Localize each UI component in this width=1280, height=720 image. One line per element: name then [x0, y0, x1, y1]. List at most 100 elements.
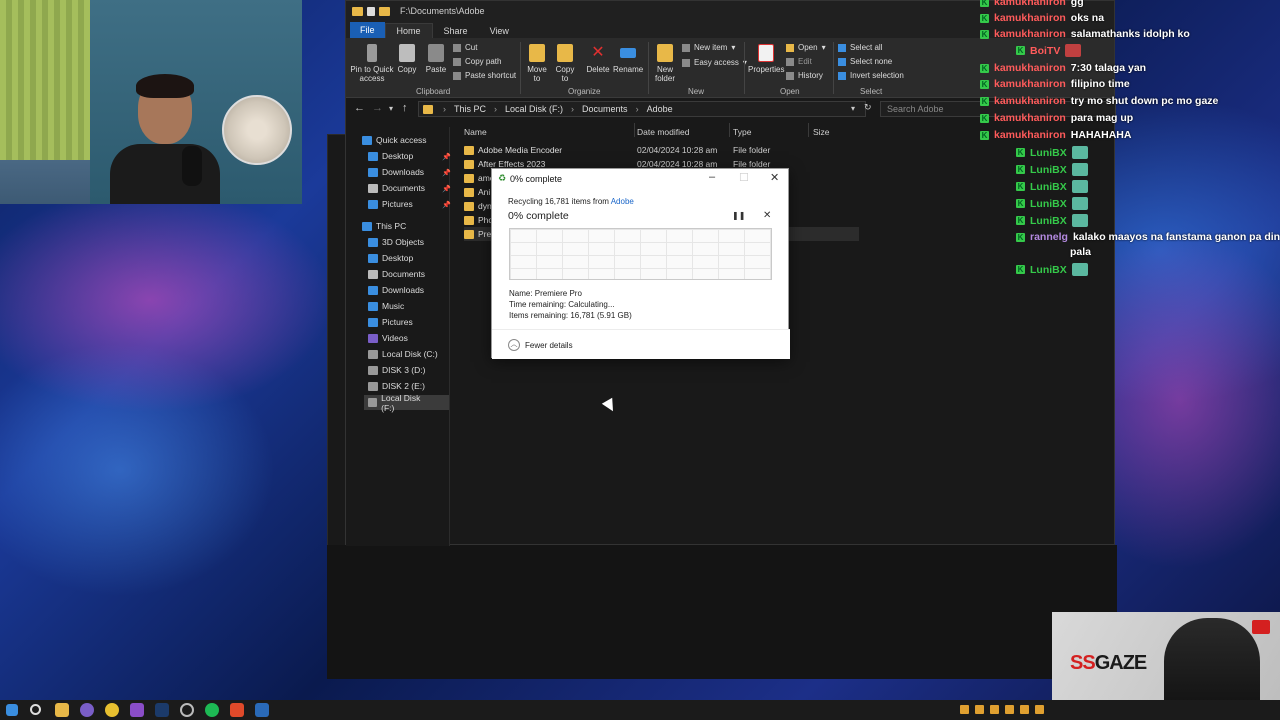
steam-2-icon[interactable] [255, 703, 269, 717]
maximize-button[interactable]: ☐ [739, 171, 749, 184]
chat-username[interactable]: LuniBX [1030, 264, 1067, 276]
file-row[interactable]: ame [464, 171, 495, 185]
chat-username[interactable]: LuniBX [1030, 181, 1067, 193]
column-name[interactable]: Name [464, 127, 487, 137]
rename-button[interactable]: Rename [613, 44, 643, 74]
minimize-button[interactable]: – [709, 171, 715, 183]
refresh-icon[interactable]: ↻ [864, 102, 872, 113]
file-row[interactable]: Pho [464, 213, 493, 227]
nav-local-disk-c[interactable]: Local Disk (C:) [368, 349, 438, 359]
tab-share[interactable]: Share [433, 24, 479, 38]
up-arrow-icon[interactable]: ↑ [402, 102, 408, 114]
nav-documents[interactable]: Documents [368, 269, 425, 279]
chat-username[interactable]: kamukhaniron [994, 129, 1066, 141]
back-arrow-icon[interactable]: ← [354, 102, 365, 114]
paste-shortcut-button[interactable]: Paste shortcut [453, 71, 516, 80]
select-all-button[interactable]: Select all [838, 43, 882, 52]
column-separator[interactable] [634, 123, 635, 137]
nav-videos[interactable]: Videos [368, 333, 408, 343]
file-row[interactable]: Ani [464, 185, 490, 199]
chat-username[interactable]: LuniBX [1030, 164, 1067, 176]
nav-quick-desktop[interactable]: Desktop [368, 151, 413, 161]
chat-username[interactable]: kamukhaniron [994, 62, 1066, 74]
new-item-button[interactable]: New item ▾ [682, 43, 735, 52]
easy-access-button[interactable]: Easy access ▾ [682, 58, 747, 67]
nav-quick-pictures[interactable]: Pictures [368, 199, 413, 209]
fewer-details-button[interactable]: ︿ Fewer details [508, 339, 573, 351]
pause-button[interactable]: ❚❚ [732, 211, 745, 220]
chat-username[interactable]: kamukhaniron [994, 12, 1066, 24]
history-button[interactable]: History [786, 71, 823, 80]
cut-button[interactable]: Cut [453, 43, 477, 52]
tray-icon[interactable] [1020, 705, 1029, 714]
recent-chevron-icon[interactable]: ▾ [389, 104, 393, 113]
chat-username[interactable]: kamukhaniron [994, 78, 1066, 90]
column-separator[interactable] [729, 123, 730, 137]
move-to-button[interactable]: Move to [526, 44, 548, 83]
new-folder-button[interactable]: New folder [652, 44, 678, 83]
select-none-button[interactable]: Select none [838, 57, 892, 66]
cancel-operation-button[interactable]: ✕ [763, 210, 771, 221]
pin-quick-access-button[interactable]: Pin to Quick access [350, 44, 394, 83]
tray-icon[interactable] [960, 705, 969, 714]
column-date-modified[interactable]: Date modified [637, 127, 689, 137]
spotify-icon[interactable] [205, 703, 219, 717]
brave-icon[interactable] [230, 703, 244, 717]
forward-arrow-icon[interactable]: → [372, 102, 383, 114]
nav-pictures[interactable]: Pictures [368, 317, 413, 327]
steam-icon[interactable] [155, 703, 169, 717]
breadcrumb-adobe[interactable]: Adobe [647, 104, 673, 114]
edit-button[interactable]: Edit [786, 57, 812, 66]
chat-username[interactable]: kamukhaniron [994, 28, 1066, 40]
delete-button[interactable]: ✕ Delete [586, 44, 610, 74]
tray-icon[interactable] [975, 705, 984, 714]
chat-username[interactable]: BoiTV [1030, 45, 1060, 57]
paste-button[interactable]: Paste [424, 44, 448, 74]
chat-username[interactable]: kamukhaniron [994, 0, 1066, 8]
nav-this-pc[interactable]: This PC [362, 221, 406, 231]
new-folder-quick-icon[interactable] [379, 6, 390, 16]
nav-downloads[interactable]: Downloads [368, 285, 424, 295]
chat-username[interactable]: rannelg [1030, 231, 1068, 243]
close-button[interactable]: ✕ [770, 171, 779, 184]
chat-username[interactable]: LuniBX [1030, 147, 1067, 159]
properties-quick-icon[interactable] [367, 6, 375, 16]
breadcrumb-local-disk-f[interactable]: Local Disk (F:) [505, 104, 563, 114]
address-dropdown-icon[interactable]: ▾ [851, 104, 855, 113]
copy-to-button[interactable]: Copy to [554, 44, 576, 83]
start-icon[interactable] [6, 704, 18, 716]
column-separator[interactable] [808, 123, 809, 137]
nav-desktop[interactable]: Desktop [368, 253, 413, 263]
open-button[interactable]: Open ▾ [786, 43, 826, 52]
discord-icon[interactable] [80, 703, 94, 717]
tab-file[interactable]: File [350, 22, 385, 38]
file-row[interactable]: Adobe Media Encoder 02/04/2024 10:28 am … [464, 143, 770, 157]
invert-selection-button[interactable]: Invert selection [838, 71, 904, 80]
nav-disk-3-d[interactable]: DISK 3 (D:) [368, 365, 425, 375]
chat-username[interactable]: LuniBX [1030, 198, 1067, 210]
chat-username[interactable]: kamukhaniron [994, 112, 1066, 124]
nav-quick-access[interactable]: Quick access [362, 135, 427, 145]
column-size[interactable]: Size [813, 127, 830, 137]
nav-music[interactable]: Music [368, 301, 404, 311]
recycling-source-link[interactable]: Adobe [611, 197, 634, 206]
nav-local-disk-f[interactable]: Local Disk (F:) [364, 393, 449, 413]
column-type[interactable]: Type [733, 127, 751, 137]
file-explorer-taskbar-icon[interactable] [55, 703, 69, 717]
breadcrumb-documents[interactable]: Documents [582, 104, 628, 114]
copy-button[interactable]: Copy [396, 44, 418, 74]
visual-studio-icon[interactable] [130, 703, 144, 717]
tray-icon[interactable] [1035, 705, 1044, 714]
tray-icon[interactable] [990, 705, 999, 714]
properties-button[interactable]: Properties [748, 44, 784, 74]
tab-view[interactable]: View [479, 24, 520, 38]
nav-quick-downloads[interactable]: Downloads [368, 167, 424, 177]
address-bar[interactable]: › This PC › Local Disk (F:) › Documents … [418, 101, 866, 117]
search-icon[interactable] [30, 704, 41, 715]
nav-3d-objects[interactable]: 3D Objects [368, 237, 424, 247]
breadcrumb-this-pc[interactable]: This PC [454, 104, 486, 114]
copy-path-button[interactable]: Copy path [453, 57, 501, 66]
chat-username[interactable]: kamukhaniron [994, 95, 1066, 107]
obs-icon[interactable] [180, 703, 194, 717]
nav-quick-documents[interactable]: Documents [368, 183, 425, 193]
